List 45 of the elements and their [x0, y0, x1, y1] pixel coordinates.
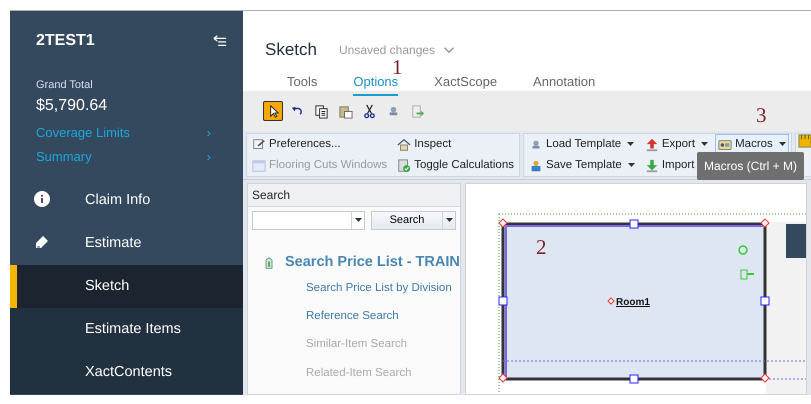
callout-number: 3 — [756, 106, 766, 125]
search-button[interactable]: Search — [371, 211, 456, 230]
ribbon-button[interactable]: Export — [642, 134, 712, 155]
settings-icon[interactable] — [252, 138, 266, 152]
tab[interactable]: XactScope — [434, 72, 498, 96]
tab[interactable]: Annotation — [533, 72, 596, 96]
total-amount: $5,790.64 — [36, 96, 108, 116]
tooltip: Macros (Ctrl + M) — [697, 152, 804, 180]
sidebar-item[interactable]: Sketch — [10, 265, 243, 308]
tab[interactable]: Tools — [287, 72, 318, 96]
sidebar-item[interactable]: XactContents — [10, 351, 243, 394]
tag-icon — [263, 254, 275, 271]
sidebar-item[interactable]: Estimate Items — [10, 308, 243, 351]
total-label: Grand Total — [36, 78, 94, 93]
room-drawing[interactable] — [498, 214, 806, 394]
caret-icon[interactable] — [701, 142, 708, 147]
info-icon — [34, 191, 50, 207]
calculator-icon[interactable] — [397, 158, 412, 172]
ribbon-button[interactable]: Load Template — [526, 134, 638, 155]
page-title: Sketch — [265, 39, 317, 61]
callout-number: 2 — [536, 238, 546, 257]
search-link[interactable]: Search Price List by Division — [306, 280, 460, 297]
ribbon-button[interactable]: Inspect — [394, 134, 517, 155]
project-title: 2TEST1 — [36, 31, 95, 51]
search-link[interactable]: Reference Search — [306, 308, 460, 326]
room-label: Room1 — [616, 297, 650, 308]
caret-icon[interactable] — [628, 163, 635, 168]
caret-icon[interactable] — [778, 142, 786, 147]
save-status: Unsaved changes — [338, 42, 436, 59]
panel-title: Search — [248, 184, 460, 207]
caret-icon[interactable] — [351, 212, 364, 229]
house-icon[interactable] — [397, 138, 412, 152]
ribbon-button[interactable]: Save Template — [526, 155, 638, 176]
macro-icon[interactable] — [718, 138, 732, 152]
caret-icon[interactable] — [627, 142, 634, 147]
ribbon-button[interactable]: Toggle Calculations — [394, 155, 517, 176]
collapse-menu-icon[interactable] — [213, 34, 227, 48]
caret-icon[interactable] — [442, 212, 455, 229]
stamp-icon[interactable] — [528, 158, 543, 172]
panel-heading: Search Price List - TRAIN — [285, 253, 460, 272]
download-icon[interactable] — [644, 158, 659, 172]
ruler-icon[interactable] — [798, 134, 811, 148]
upload-icon[interactable] — [644, 138, 659, 152]
ribbon-button[interactable]: Preferences... — [249, 134, 390, 155]
pencil-icon — [34, 234, 50, 250]
